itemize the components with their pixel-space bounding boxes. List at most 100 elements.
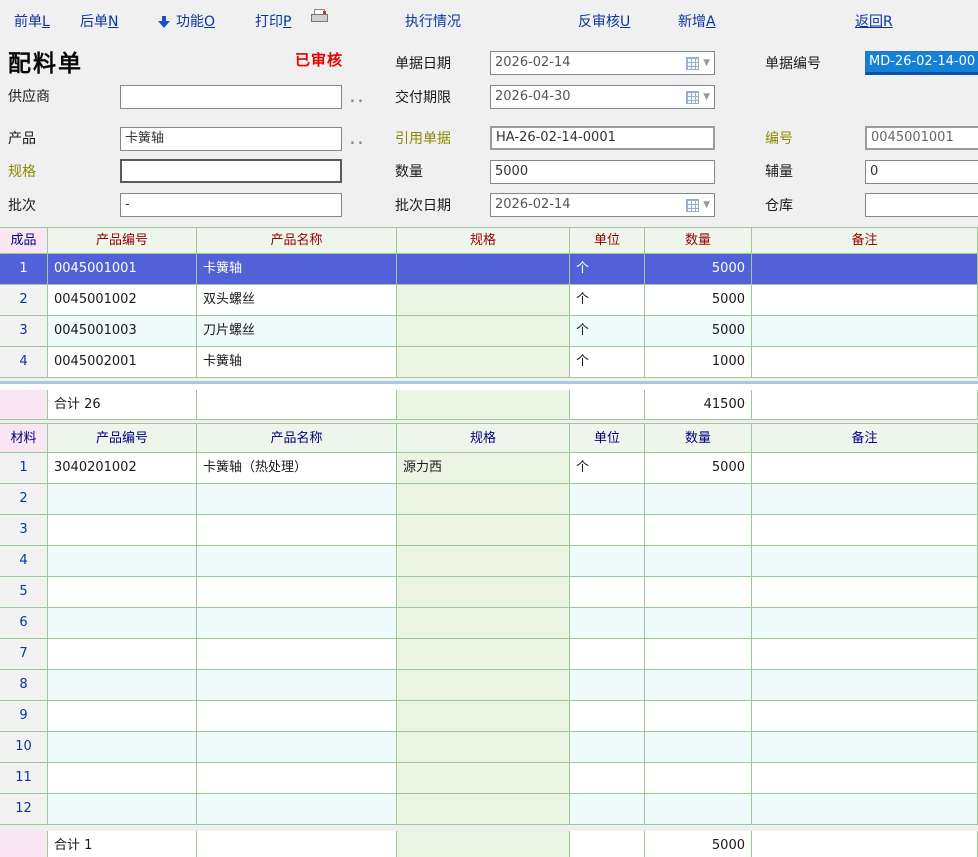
doc-no-input[interactable]: MD-26-02-14-00 <box>865 51 978 75</box>
cell-spec[interactable] <box>397 670 570 701</box>
cell-product-name[interactable]: 卡簧轴 <box>197 347 397 378</box>
cell-spec[interactable] <box>397 484 570 515</box>
cell-product-name[interactable]: 卡簧轴（热处理） <box>197 453 397 484</box>
ref-doc-input[interactable]: HA-26-02-14-0001 <box>490 126 715 150</box>
row-number[interactable]: 7 <box>0 639 48 670</box>
aux-qty-input[interactable]: 0 <box>865 160 978 184</box>
cell-spec[interactable] <box>397 285 570 316</box>
supplier-input[interactable] <box>120 85 342 109</box>
cell-unit[interactable] <box>570 546 645 577</box>
cell-quantity[interactable] <box>645 670 752 701</box>
cell-unit[interactable] <box>570 577 645 608</box>
row-number[interactable]: 8 <box>0 670 48 701</box>
delivery-date-calendar-button[interactable]: ▼ <box>686 86 710 108</box>
row-number[interactable]: 9 <box>0 701 48 732</box>
cell-spec[interactable] <box>397 732 570 763</box>
cell-quantity[interactable] <box>645 763 752 794</box>
cell-unit[interactable] <box>570 670 645 701</box>
cell-product-code[interactable]: 3040201002 <box>48 453 197 484</box>
cell-product-name[interactable] <box>197 515 397 546</box>
cell-product-code[interactable]: 0045001002 <box>48 285 197 316</box>
row-number[interactable]: 6 <box>0 608 48 639</box>
cell-note[interactable] <box>752 701 978 732</box>
cell-note[interactable] <box>752 608 978 639</box>
cell-product-code[interactable]: 0045002001 <box>48 347 197 378</box>
cell-product-name[interactable] <box>197 732 397 763</box>
cell-product-name[interactable]: 刀片螺丝 <box>197 316 397 347</box>
cell-unit[interactable]: 个 <box>570 254 645 285</box>
cell-unit[interactable] <box>570 701 645 732</box>
cell-product-name[interactable] <box>197 546 397 577</box>
cell-quantity[interactable] <box>645 577 752 608</box>
cell-note[interactable] <box>752 639 978 670</box>
delivery-date-input[interactable]: 2026-04-30 ▼ <box>490 85 715 109</box>
cell-quantity[interactable] <box>645 546 752 577</box>
cell-spec[interactable] <box>397 515 570 546</box>
cell-product-name[interactable]: 卡簧轴 <box>197 254 397 285</box>
row-number[interactable]: 2 <box>0 484 48 515</box>
code-input[interactable]: 0045001001 <box>865 126 978 150</box>
cell-product-code[interactable] <box>48 639 197 670</box>
cell-quantity[interactable] <box>645 515 752 546</box>
row-number[interactable]: 10 <box>0 732 48 763</box>
cell-unit[interactable] <box>570 794 645 825</box>
batch-date-calendar-button[interactable]: ▼ <box>686 194 710 216</box>
cell-product-code[interactable] <box>48 701 197 732</box>
cell-product-code[interactable]: 0045001003 <box>48 316 197 347</box>
cell-note[interactable] <box>752 285 978 316</box>
cell-note[interactable] <box>752 453 978 484</box>
cell-product-name[interactable]: 双头螺丝 <box>197 285 397 316</box>
cell-spec[interactable] <box>397 639 570 670</box>
row-number[interactable]: 3 <box>0 515 48 546</box>
printer-icon[interactable] <box>310 9 330 25</box>
cell-unit[interactable]: 个 <box>570 347 645 378</box>
cell-product-code[interactable] <box>48 546 197 577</box>
cell-product-code[interactable] <box>48 608 197 639</box>
cell-unit[interactable]: 个 <box>570 316 645 347</box>
unapprove-button[interactable]: 反审核U <box>578 11 630 31</box>
cell-quantity[interactable]: 5000 <box>645 316 752 347</box>
cell-quantity[interactable]: 1000 <box>645 347 752 378</box>
spec-input[interactable] <box>120 159 342 183</box>
cell-unit[interactable] <box>570 732 645 763</box>
product-input[interactable]: 卡簧轴 <box>120 127 342 151</box>
functions-menu-button[interactable]: 功能O <box>158 11 215 31</box>
cell-quantity[interactable] <box>645 639 752 670</box>
row-number[interactable]: 4 <box>0 347 48 378</box>
cell-unit[interactable] <box>570 639 645 670</box>
cell-spec[interactable] <box>397 316 570 347</box>
cell-spec[interactable]: 源力西 <box>397 453 570 484</box>
cell-product-name[interactable] <box>197 639 397 670</box>
row-number[interactable]: 5 <box>0 577 48 608</box>
cell-quantity[interactable] <box>645 701 752 732</box>
supplier-browse-button[interactable]: .. <box>350 91 366 106</box>
row-number[interactable]: 3 <box>0 316 48 347</box>
row-number[interactable]: 1 <box>0 453 48 484</box>
prev-doc-button[interactable]: 前单L <box>14 11 50 31</box>
cell-spec[interactable] <box>397 794 570 825</box>
cell-note[interactable] <box>752 316 978 347</box>
cell-note[interactable] <box>752 546 978 577</box>
batch-input[interactable]: - <box>120 193 342 217</box>
batch-date-input[interactable]: 2026-02-14 ▼ <box>490 193 715 217</box>
doc-date-calendar-button[interactable]: ▼ <box>686 52 710 74</box>
cell-note[interactable] <box>752 515 978 546</box>
cell-spec[interactable] <box>397 608 570 639</box>
cell-product-code[interactable] <box>48 732 197 763</box>
table-splitter[interactable] <box>0 381 978 390</box>
cell-quantity[interactable] <box>645 732 752 763</box>
cell-product-code[interactable] <box>48 484 197 515</box>
cell-spec[interactable] <box>397 546 570 577</box>
cell-product-name[interactable] <box>197 484 397 515</box>
cell-product-name[interactable] <box>197 670 397 701</box>
cell-product-name[interactable] <box>197 577 397 608</box>
execution-status-button[interactable]: 执行情况 <box>405 11 461 31</box>
cell-unit[interactable]: 个 <box>570 285 645 316</box>
cell-quantity[interactable]: 5000 <box>645 453 752 484</box>
row-number[interactable]: 1 <box>0 254 48 285</box>
cell-unit[interactable] <box>570 763 645 794</box>
row-number[interactable]: 11 <box>0 763 48 794</box>
cell-product-code[interactable] <box>48 794 197 825</box>
cell-note[interactable] <box>752 732 978 763</box>
cell-product-name[interactable] <box>197 794 397 825</box>
